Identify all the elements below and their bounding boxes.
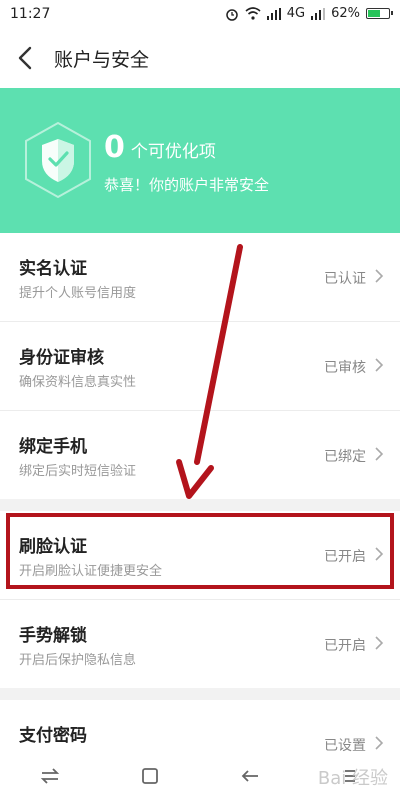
section-divider bbox=[0, 499, 400, 511]
signal-icon bbox=[266, 7, 281, 20]
chevron-right-icon bbox=[375, 269, 384, 283]
recent-apps-button[interactable] bbox=[30, 756, 70, 796]
home-square-icon bbox=[142, 768, 158, 784]
page-title: 账户与安全 bbox=[54, 49, 150, 71]
shield-check-icon bbox=[24, 121, 92, 199]
list-item-face-auth[interactable]: 刷脸认证 开启刷脸认证便捷更安全 已开启 bbox=[0, 511, 400, 600]
item-status: 已审核 bbox=[324, 360, 366, 376]
battery-fill bbox=[368, 10, 380, 17]
item-title: 绑定手机 bbox=[19, 437, 87, 457]
list-item-bind-phone[interactable]: 绑定手机 绑定后实时短信验证 已绑定 bbox=[0, 411, 400, 499]
header: 账户与安全 bbox=[0, 30, 400, 88]
security-status-text: 恭喜！你的账户非常安全 bbox=[104, 176, 270, 194]
item-subtitle: 确保资料信息真实性 bbox=[19, 375, 137, 390]
status-bar: 11:27 4G 62% bbox=[0, 0, 400, 30]
back-nav-button[interactable] bbox=[230, 756, 270, 796]
battery-percent: 62% bbox=[331, 6, 360, 21]
item-status: 已开启 bbox=[324, 638, 366, 654]
menu-icon bbox=[345, 770, 355, 782]
swap-icon bbox=[40, 768, 60, 784]
item-title: 手势解锁 bbox=[19, 626, 87, 646]
item-status: 已绑定 bbox=[324, 449, 366, 465]
system-nav-bar bbox=[0, 752, 400, 800]
optimizable-count: 0 个可优化项 bbox=[104, 130, 216, 165]
chevron-right-icon bbox=[375, 636, 384, 650]
back-arrow-icon bbox=[241, 770, 258, 782]
item-title: 身份证审核 bbox=[19, 348, 104, 368]
chevron-left-icon bbox=[18, 46, 32, 70]
back-button[interactable] bbox=[14, 42, 38, 74]
item-subtitle: 开启刷脸认证便捷更安全 bbox=[19, 564, 163, 579]
optimizable-count-number: 0 bbox=[104, 130, 125, 165]
item-subtitle: 开启后保护隐私信息 bbox=[19, 653, 137, 668]
list-item-real-name[interactable]: 实名认证 提升个人账号信用度 已认证 bbox=[0, 233, 400, 322]
list-item-gesture-unlock[interactable]: 手势解锁 开启后保护隐私信息 已开启 bbox=[0, 600, 400, 688]
wifi-icon bbox=[245, 7, 261, 20]
battery-icon bbox=[366, 8, 393, 19]
chevron-right-icon bbox=[375, 358, 384, 372]
item-title: 实名认证 bbox=[19, 259, 87, 279]
item-subtitle: 提升个人账号信用度 bbox=[19, 286, 137, 301]
alarm-icon bbox=[225, 8, 238, 21]
item-title: 刷脸认证 bbox=[19, 537, 87, 557]
menu-button[interactable] bbox=[330, 756, 370, 796]
signal-icon-2 bbox=[311, 7, 326, 20]
network-type: 4G bbox=[286, 6, 306, 21]
list-item-id-review[interactable]: 身份证审核 确保资料信息真实性 已审核 bbox=[0, 322, 400, 411]
chevron-right-icon bbox=[375, 736, 384, 750]
status-icons: 4G 62% bbox=[225, 6, 393, 21]
item-status: 已开启 bbox=[324, 549, 366, 565]
security-summary-banner: 0 个可优化项 恭喜！你的账户非常安全 bbox=[0, 88, 400, 233]
chevron-right-icon bbox=[375, 447, 384, 461]
optimizable-count-label: 个可优化项 bbox=[130, 142, 216, 162]
item-title: 支付密码 bbox=[19, 726, 87, 746]
status-time: 11:27 bbox=[10, 6, 51, 22]
section-divider bbox=[0, 688, 400, 700]
item-status: 已认证 bbox=[324, 271, 366, 287]
security-settings-list: 实名认证 提升个人账号信用度 已认证 身份证审核 确保资料信息真实性 已审核 绑… bbox=[0, 233, 400, 788]
item-subtitle: 绑定后实时短信验证 bbox=[19, 464, 137, 479]
home-button[interactable] bbox=[130, 756, 170, 796]
chevron-right-icon bbox=[375, 547, 384, 561]
